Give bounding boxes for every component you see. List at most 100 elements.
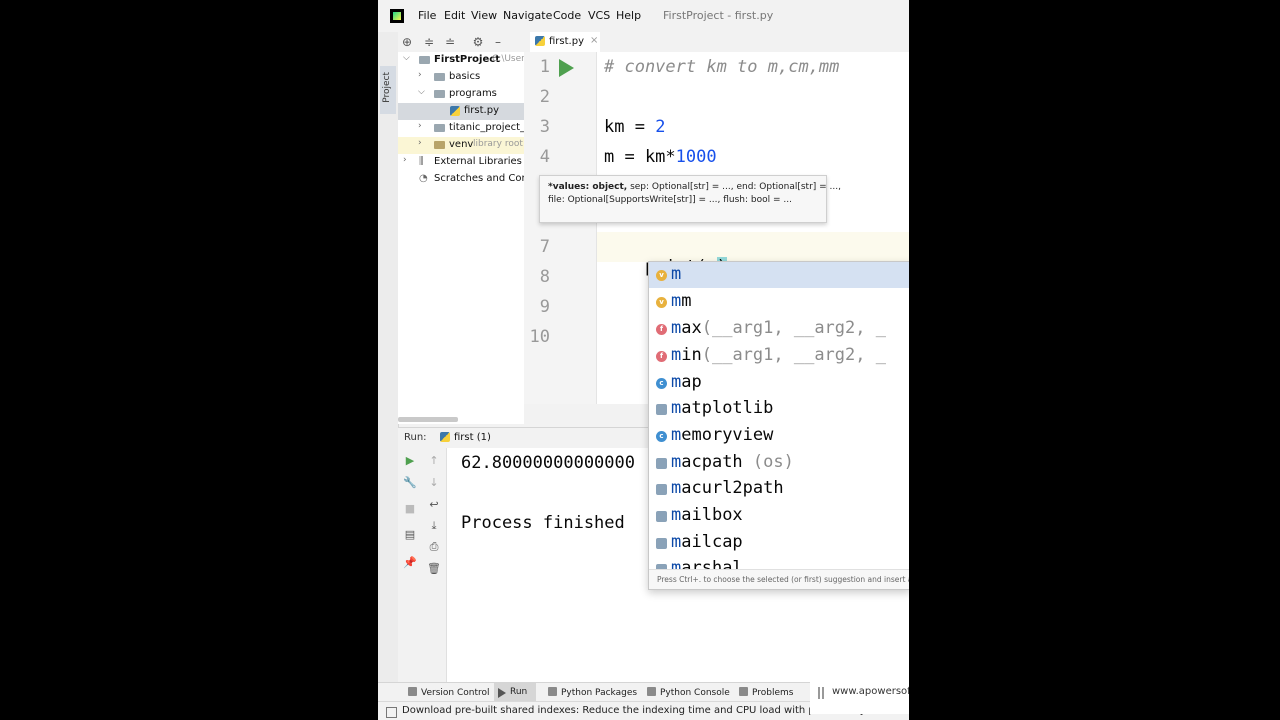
- completion-item[interactable]: vm: [649, 262, 909, 288]
- folder-icon: [434, 73, 445, 81]
- arrow-down-icon[interactable]: ↓: [427, 476, 441, 489]
- watermark-text: www.apowersoft.c: [832, 686, 909, 697]
- completion-item[interactable]: macurl2path: [649, 476, 909, 502]
- line-number: 4: [539, 147, 550, 167]
- run-label: Run:: [404, 432, 427, 443]
- completion-item[interactable]: mailcap: [649, 530, 909, 556]
- menu-code[interactable]: Code: [553, 9, 581, 22]
- chevron-right-icon[interactable]: ›: [418, 138, 422, 148]
- completion-item[interactable]: macpath (os): [649, 450, 909, 476]
- function-icon: f: [656, 351, 667, 362]
- gear-icon[interactable]: ⚙: [471, 35, 485, 49]
- notification-icon[interactable]: [386, 707, 397, 718]
- hide-panel-icon[interactable]: –: [491, 35, 505, 49]
- locate-file-icon[interactable]: ⊕: [400, 35, 414, 49]
- tool-window-strip: Project: [378, 32, 399, 682]
- pycharm-logo-icon: [390, 9, 404, 23]
- run-toolbar-primary: ▶ 🔧 ■ ▤ 📌: [398, 448, 423, 682]
- chevron-down-icon[interactable]: ⌵: [403, 53, 410, 63]
- line-number: 2: [539, 87, 550, 107]
- python-run-icon: [440, 432, 450, 442]
- variable-icon: v: [656, 297, 667, 308]
- param-info-line-2: file: Optional[SupportsWrite[str]] = ...…: [548, 195, 792, 205]
- python-packages-button[interactable]: Python Packages: [548, 687, 637, 698]
- line-number: 8: [539, 267, 550, 287]
- wrench-icon[interactable]: 🔧: [403, 476, 417, 489]
- window-title: FirstProject - first.py: [663, 9, 774, 22]
- soft-wrap-icon[interactable]: ↩: [427, 498, 441, 511]
- code-completion-popup: vm v mm f max(__arg1, __arg2, _ f min(__arg…: [648, 261, 909, 590]
- folder-icon: [434, 90, 445, 98]
- run-gutter-icon[interactable]: [559, 59, 574, 77]
- scroll-to-end-icon[interactable]: ⤓: [427, 519, 441, 533]
- arrow-up-icon[interactable]: ↑: [427, 454, 441, 467]
- line-number: 3: [539, 117, 550, 137]
- status-message[interactable]: Download pre-built shared indexes: Reduc…: [402, 705, 866, 716]
- param-info-line-1: *values: object, sep: Optional[str] = ..…: [548, 182, 842, 192]
- menu-navigate[interactable]: Navigate: [503, 9, 552, 22]
- tree-item-label: titanic_project_D: [449, 122, 524, 133]
- function-icon: f: [656, 324, 667, 335]
- code-line-3: km = 2: [604, 117, 665, 137]
- completion-item[interactable]: mailbox: [649, 503, 909, 529]
- tree-item-label: first.py: [464, 105, 499, 116]
- completion-item[interactable]: f min(__arg1, __arg2, _: [649, 343, 909, 369]
- folder-icon: [434, 124, 445, 132]
- console-output-line: Process finished: [461, 513, 625, 533]
- pin-icon[interactable]: 📌: [403, 556, 417, 569]
- line-number: 9: [539, 297, 550, 317]
- expand-all-icon[interactable]: ≑: [422, 35, 436, 49]
- run-tab-label: first (1): [454, 432, 491, 443]
- chevron-right-icon[interactable]: ›: [403, 155, 407, 165]
- code-number: 1000: [675, 147, 717, 167]
- rerun-icon[interactable]: ▶: [403, 454, 417, 467]
- tree-item-scratches[interactable]: ◔ Scratches and Conso: [398, 171, 524, 188]
- play-icon: [498, 688, 506, 698]
- chevron-right-icon[interactable]: ›: [418, 121, 422, 131]
- menu-file[interactable]: File: [418, 9, 436, 22]
- problems-icon: [739, 687, 748, 696]
- completion-item[interactable]: f max(__arg1, __arg2, _: [649, 316, 909, 342]
- stop-icon[interactable]: ■: [403, 502, 417, 515]
- scratches-icon: ◔: [419, 173, 428, 184]
- version-control-button[interactable]: Version Control: [408, 687, 490, 698]
- menu-view[interactable]: View: [471, 9, 497, 22]
- python-file-icon: [535, 36, 545, 46]
- tree-item-label: programs: [449, 88, 497, 99]
- menu-vcs[interactable]: VCS: [588, 9, 610, 22]
- chevron-right-icon[interactable]: ›: [418, 70, 422, 80]
- python-console-button[interactable]: Python Console: [647, 687, 730, 698]
- completion-item[interactable]: c memoryview: [649, 423, 909, 449]
- run-tool-button[interactable]: Run: [494, 683, 536, 702]
- completion-footer-hint: Press Ctrl+. to choose the selected (or …: [649, 569, 909, 589]
- menu-help[interactable]: Help: [616, 9, 641, 22]
- trash-icon[interactable]: 🗑: [427, 562, 441, 575]
- layout-icon[interactable]: ▤: [403, 528, 417, 541]
- watermark-icon: [818, 687, 820, 699]
- tab-label: first.py: [549, 36, 584, 47]
- tree-item-basics[interactable]: › basics: [398, 69, 524, 86]
- completion-item[interactable]: matplotlib: [649, 396, 909, 422]
- print-icon[interactable]: ⎙: [427, 540, 441, 554]
- chevron-down-icon[interactable]: ⌵: [418, 87, 425, 97]
- tree-item-root[interactable]: ⌵ FirstProject C:\Users: [398, 52, 524, 69]
- code-number: 2: [655, 117, 666, 137]
- tree-item-first-py[interactable]: first.py: [398, 103, 524, 120]
- tree-item-programs[interactable]: ⌵ programs: [398, 86, 524, 103]
- close-icon[interactable]: ×: [590, 35, 598, 46]
- parameter-info-tooltip: *values: object, sep: Optional[str] = ..…: [539, 175, 841, 223]
- project-toolbar: ⊕ ≑ ≐ ⚙ –: [398, 32, 524, 52]
- tree-item-titanic[interactable]: › titanic_project_D: [398, 120, 524, 137]
- problems-button[interactable]: Problems: [739, 687, 793, 698]
- console-icon: [647, 687, 656, 696]
- tree-item-venv[interactable]: › venv library root: [398, 137, 524, 154]
- menu-edit[interactable]: Edit: [444, 9, 465, 22]
- collapse-all-icon[interactable]: ≐: [443, 35, 457, 49]
- tree-item-external-libraries[interactable]: › ⫼ External Libraries: [398, 154, 524, 171]
- tree-scrollbar[interactable]: [398, 417, 458, 422]
- pycharm-window: File Edit View Navigate Code VCS Help Fi…: [378, 0, 909, 720]
- completion-item[interactable]: c map: [649, 370, 909, 396]
- recorder-watermark: www.apowersoft.c: [810, 672, 909, 714]
- tree-root-label: FirstProject: [434, 54, 500, 65]
- completion-item[interactable]: v mm: [649, 289, 909, 315]
